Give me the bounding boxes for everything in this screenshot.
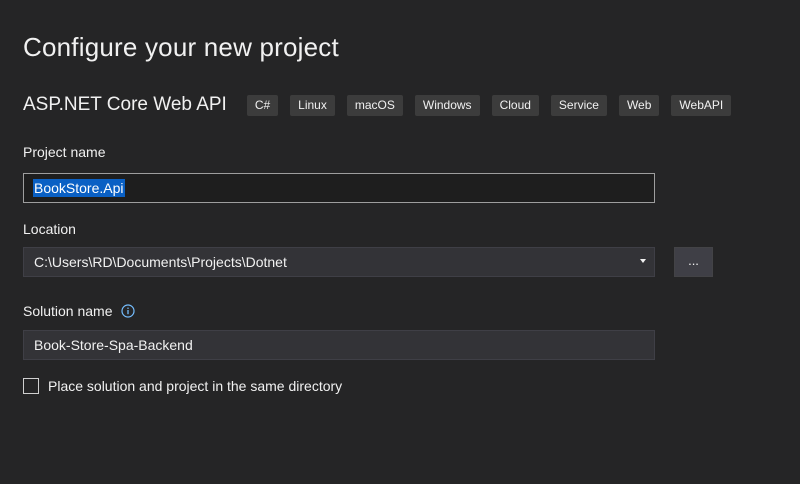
template-tags: C# Linux macOS Windows Cloud Service Web… xyxy=(246,94,743,116)
tag-csharp: C# xyxy=(246,94,279,116)
tag-cloud: Cloud xyxy=(491,94,539,116)
tag-macos: macOS xyxy=(346,94,403,116)
template-header: ASP.NET Core Web API C# Linux macOS Wind… xyxy=(23,92,743,118)
same-directory-option[interactable]: Place solution and project in the same d… xyxy=(23,377,342,395)
page-title: Configure your new project xyxy=(23,32,339,62)
same-directory-checkbox[interactable] xyxy=(23,378,39,394)
browse-location-button[interactable]: ... xyxy=(674,247,713,277)
project-name-label: Project name xyxy=(23,144,106,160)
project-name-value: BookStore.Api xyxy=(33,179,125,197)
location-combobox[interactable]: C:\Users\RD\Documents\Projects\Dotnet xyxy=(23,247,655,277)
project-name-input[interactable]: BookStore.Api xyxy=(23,173,655,203)
tag-webapi: WebAPI xyxy=(671,94,732,116)
same-directory-label[interactable]: Place solution and project in the same d… xyxy=(48,377,342,395)
info-icon[interactable] xyxy=(120,304,135,318)
template-name: ASP.NET Core Web API xyxy=(23,94,227,115)
location-label: Location xyxy=(23,221,76,237)
chevron-down-icon[interactable] xyxy=(640,259,646,263)
solution-name-input[interactable]: Book-Store-Spa-Backend xyxy=(23,330,655,360)
tag-windows: Windows xyxy=(414,94,480,116)
tag-linux: Linux xyxy=(290,94,335,116)
tag-service: Service xyxy=(550,94,607,116)
solution-name-label-row: Solution name xyxy=(23,302,135,320)
tag-web: Web xyxy=(618,94,660,116)
solution-name-label: Solution name xyxy=(23,303,113,319)
solution-name-value: Book-Store-Spa-Backend xyxy=(34,337,193,353)
location-value: C:\Users\RD\Documents\Projects\Dotnet xyxy=(34,254,287,270)
